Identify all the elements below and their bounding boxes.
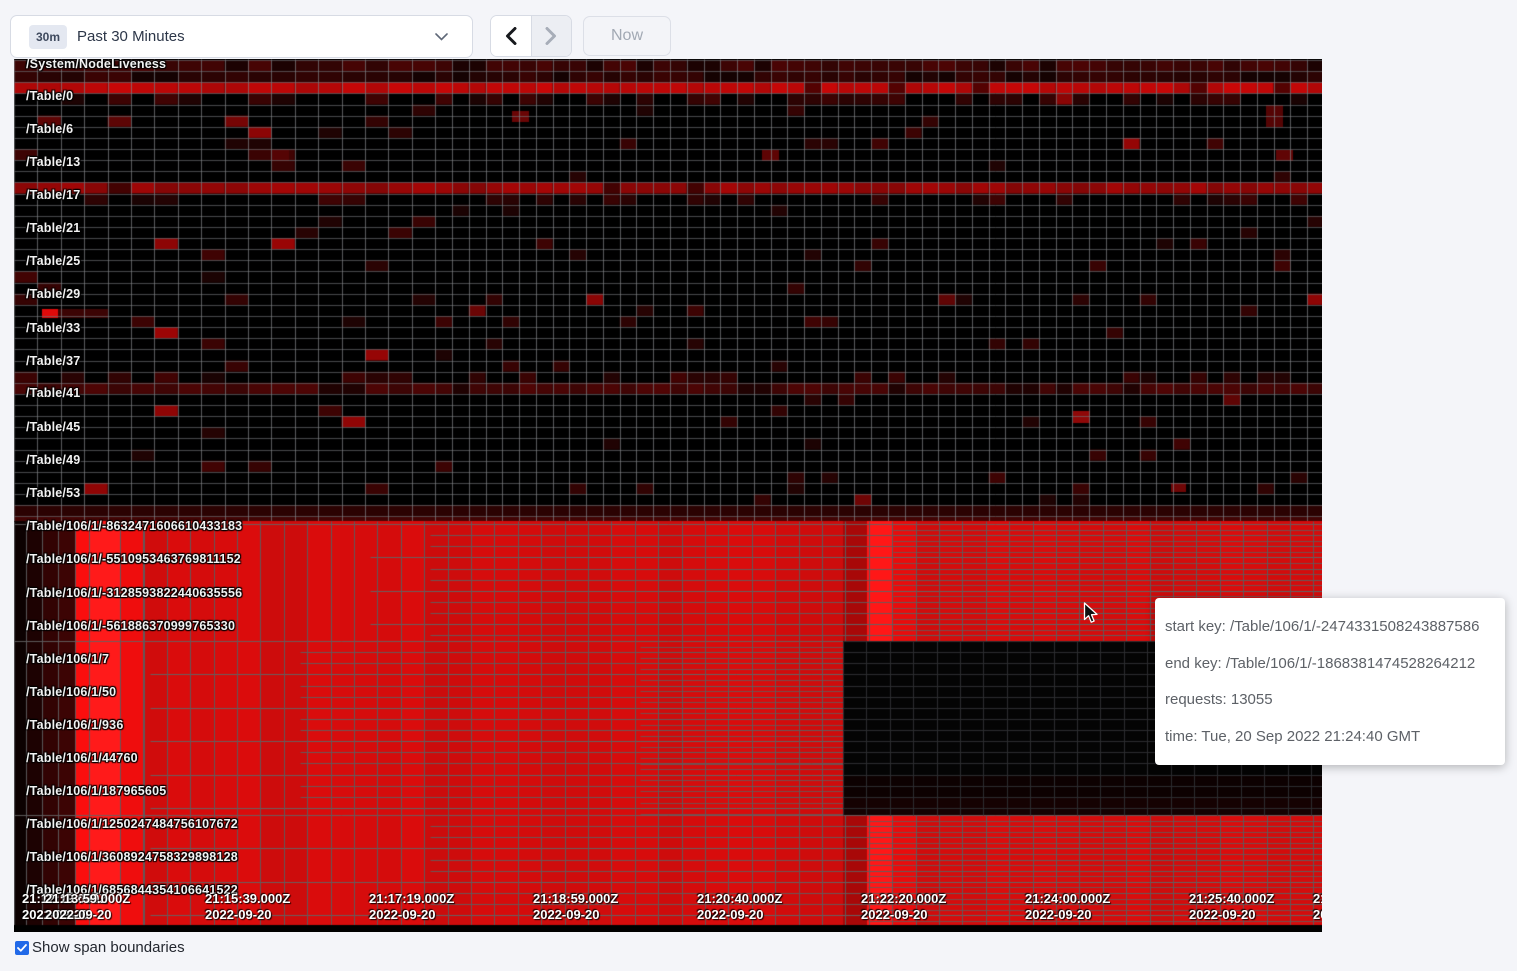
row-label: /Table/106/1/3608924758329898128 [26,850,238,864]
row-label: /Table/106/1/44760 [26,751,138,765]
row-label: /Table/17 [26,188,80,202]
tick-time: 21:27:20.000Z [1313,891,1322,907]
chevron-left-icon [505,27,517,45]
now-button[interactable]: Now [583,16,671,56]
time-range-dropdown[interactable]: 30m Past 30 Minutes [10,15,473,58]
row-label: /Table/29 [26,287,80,301]
check-icon [17,944,27,952]
row-label: /Table/49 [26,453,80,467]
key-visualizer-page: 30m Past 30 Minutes Now /System/NodeLive… [0,0,1517,971]
tooltip-end-key: end key: /Table/106/1/-18683814745282642… [1165,655,1495,672]
row-label: /Table/13 [26,155,80,169]
time-tick-label: 21:17:19.000Z2022-09-20 [369,891,454,922]
row-label: /Table/45 [26,420,80,434]
row-label: /Table/106/1/-561886370999765330 [26,619,235,633]
tick-time: 21:22:20.000Z [861,891,946,907]
row-label: /Table/106/1/-8632471606610433183 [26,519,242,533]
row-label: /Table/41 [26,386,80,400]
time-range-label: Past 30 Minutes [77,28,435,45]
tick-time: 21:20:40.000Z [697,891,782,907]
row-label: /Table/106/1/-5510953463769811152 [26,552,241,566]
tick-date: 2022-09-20 [1025,907,1110,923]
row-label: /Table/6 [26,122,73,136]
mouse-cursor-icon [1083,602,1099,624]
row-label: /Table/53 [26,486,80,500]
show-span-boundaries-checkbox[interactable] [15,941,29,955]
tick-time: 21:13:59.000Z [45,891,130,907]
tick-date: 2022-09-20 [369,907,454,923]
row-label: /Table/106/1/-3128593822440635556 [26,586,242,600]
heatmap-canvas[interactable] [14,59,1322,932]
time-tick-label: 21:20:40.000Z2022-09-20 [697,891,782,922]
row-label: /Table/106/1/7 [26,652,109,666]
tick-time: 21:17:19.000Z [369,891,454,907]
time-tick-label: 21:24:00.000Z2022-09-20 [1025,891,1110,922]
row-label: /Table/25 [26,254,80,268]
time-tick-label: 21:15:39.000Z2022-09-20 [205,891,290,922]
next-time-button[interactable] [531,16,571,56]
tooltip-requests: requests: 13055 [1165,691,1495,708]
time-tick-label: 21:13:59.000Z2022-09-20 [45,891,130,922]
row-label: /Table/33 [26,321,80,335]
tick-time: 21:18:59.000Z [533,891,618,907]
prev-time-button[interactable] [491,16,531,56]
row-label: /Table/37 [26,354,80,368]
tick-time: 21:24:00.000Z [1025,891,1110,907]
time-nav-group [490,15,572,57]
show-span-boundaries-label: Show span boundaries [32,939,185,956]
row-label: /Table/106/1/1250247484756107672 [26,817,238,831]
time-tick-label: 21:18:59.000Z2022-09-20 [533,891,618,922]
tooltip-start-key: start key: /Table/106/1/-247433150824388… [1165,618,1495,635]
time-range-badge: 30m [29,25,67,49]
row-label: /Table/106/1/50 [26,685,116,699]
chevron-right-icon [545,27,557,45]
row-label: /Table/106/1/936 [26,718,123,732]
tick-date: 2022-09-20 [1313,907,1322,923]
tick-date: 2022-09-20 [205,907,290,923]
row-label: /Table/0 [26,89,73,103]
tooltip-time: time: Tue, 20 Sep 2022 21:24:40 GMT [1165,728,1495,745]
tick-date: 2022-09-20 [861,907,946,923]
time-tick-label: 21:27:20.000Z2022-09-20 [1313,891,1322,922]
key-visualizer-heatmap[interactable]: /System/NodeLiveness/Table/0/Table/6/Tab… [14,59,1322,932]
row-label: /System/NodeLiveness [26,59,166,71]
tick-date: 2022-09-20 [533,907,618,923]
tick-time: 21:15:39.000Z [205,891,290,907]
tick-date: 2022-09-20 [1189,907,1274,923]
hover-tooltip: start key: /Table/106/1/-247433150824388… [1155,598,1505,765]
chevron-down-icon [435,33,448,41]
tick-date: 2022-09-20 [45,907,130,923]
time-tick-label: 21:22:20.000Z2022-09-20 [861,891,946,922]
row-label: /Table/106/1/187965605 [26,784,166,798]
tick-date: 2022-09-20 [697,907,782,923]
row-label: /Table/21 [26,221,80,235]
show-span-boundaries-row: Show span boundaries [15,939,185,956]
time-tick-label: 21:25:40.000Z2022-09-20 [1189,891,1274,922]
tick-time: 21:25:40.000Z [1189,891,1274,907]
